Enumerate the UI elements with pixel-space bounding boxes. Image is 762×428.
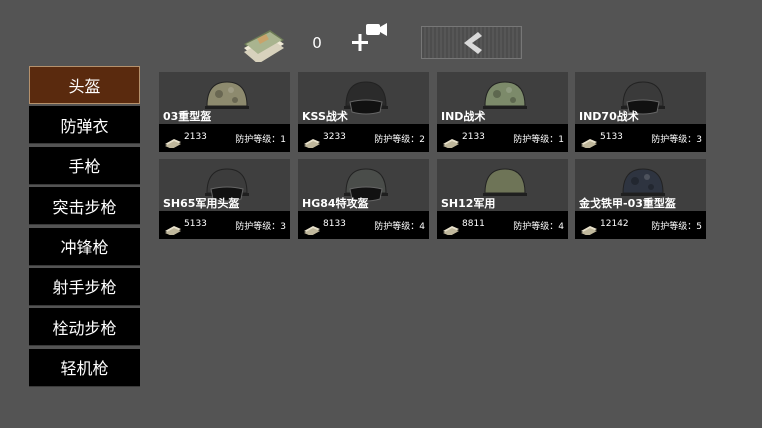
item-name: HG84特攻盔 (302, 197, 369, 210)
item-card[interactable]: HG84特攻盔 8133 防护等级：4 (298, 159, 429, 239)
add-video-icon (352, 23, 387, 51)
item-name: KSS战术 (302, 110, 348, 123)
sidebar-item[interactable]: 手枪 (29, 146, 140, 185)
sidebar-item[interactable]: 防弹衣 (29, 106, 140, 145)
sidebar-item[interactable]: 轻机枪 (29, 348, 140, 387)
protection-level: 防护等级：1 (513, 135, 564, 145)
protection-level: 防护等级：1 (235, 135, 286, 145)
item-name: 03重型盔 (163, 110, 212, 123)
item-card[interactable]: IND战术 2133 防护等级：1 (437, 72, 568, 152)
item-info-bar: 2133 防护等级：1 (159, 124, 290, 152)
item-name: SH12军用 (441, 197, 496, 210)
sidebar-item[interactable]: 射手步枪 (29, 267, 140, 306)
item-info-bar: 8133 防护等级：4 (298, 211, 429, 239)
item-price: 2133 (184, 132, 207, 142)
item-info-bar: 3233 防护等级：2 (298, 124, 429, 152)
money-amount: 0 (312, 34, 322, 52)
item-name: IND战术 (441, 110, 486, 123)
item-info-bar: 8811 防护等级：4 (437, 211, 568, 239)
back-button[interactable] (421, 26, 522, 59)
item-info-bar: 5133 防护等级：3 (159, 211, 290, 239)
item-name: 金戈铁甲-03重型盔 (579, 197, 676, 210)
category-sidebar: 头盔 防弹衣 手枪 突击步枪 冲锋枪 射手步枪 栓动步枪 轻机枪 (29, 66, 140, 389)
item-name: SH65军用头盔 (163, 197, 240, 210)
cash-icon (165, 220, 181, 236)
protection-level: 防护等级：3 (651, 135, 702, 145)
item-price: 5133 (184, 219, 207, 229)
chevron-left-icon (463, 31, 482, 54)
item-card[interactable]: 金戈铁甲-03重型盔 12142 防护等级：5 (575, 159, 706, 239)
sidebar-item[interactable]: 头盔 (29, 66, 140, 104)
protection-level: 防护等级：4 (513, 222, 564, 232)
item-price: 2133 (462, 132, 485, 142)
sidebar-item[interactable]: 冲锋枪 (29, 227, 140, 266)
cash-icon (581, 220, 597, 236)
item-info-bar: 2133 防护等级：1 (437, 124, 568, 152)
cash-icon (443, 220, 459, 236)
protection-level: 防护等级：3 (235, 222, 286, 232)
item-price: 12142 (600, 219, 629, 229)
item-card[interactable]: SH65军用头盔 5133 防护等级：3 (159, 159, 290, 239)
item-card[interactable]: 03重型盔 2133 防护等级：1 (159, 72, 290, 152)
sidebar-item[interactable]: 突击步枪 (29, 187, 140, 226)
protection-level: 防护等级：5 (651, 222, 702, 232)
item-info-bar: 12142 防护等级：5 (575, 211, 706, 239)
item-card[interactable]: SH12军用 8811 防护等级：4 (437, 159, 568, 239)
cash-icon (165, 133, 181, 149)
cash-icon (581, 133, 597, 149)
item-card[interactable]: KSS战术 3233 防护等级：2 (298, 72, 429, 152)
add-money-button[interactable] (350, 22, 390, 56)
helmet-camo-icon (479, 78, 531, 120)
cash-stack-icon (240, 22, 288, 64)
cash-icon (443, 133, 459, 149)
cash-icon (304, 133, 320, 149)
item-price: 5133 (600, 132, 623, 142)
item-info-bar: 5133 防护等级：3 (575, 124, 706, 152)
cash-icon (304, 220, 320, 236)
item-price: 3233 (323, 132, 346, 142)
protection-level: 防护等级：2 (374, 135, 425, 145)
protection-level: 防护等级：4 (374, 222, 425, 232)
sidebar-item[interactable]: 栓动步枪 (29, 308, 140, 347)
item-price: 8811 (462, 219, 485, 229)
item-name: IND70战术 (579, 110, 639, 123)
item-price: 8133 (323, 219, 346, 229)
item-card[interactable]: IND70战术 5133 防护等级：3 (575, 72, 706, 152)
